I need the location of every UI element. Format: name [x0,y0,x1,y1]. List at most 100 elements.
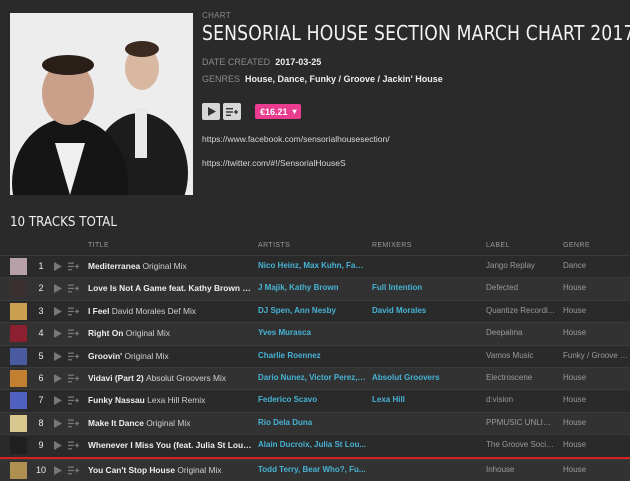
add-to-queue-icon[interactable] [68,329,79,338]
track-genre[interactable]: House [563,418,628,427]
track-row[interactable]: 3 I Feel David Morales Def Mix DJ Spen, … [0,299,630,322]
track-artwork[interactable] [10,280,27,298]
track-genre[interactable]: Funky / Groove /... [563,351,628,360]
track-artists[interactable]: Alain Ducroix, Julia St Lou... [258,440,366,449]
add-to-queue-icon[interactable] [68,374,79,383]
facebook-link[interactable]: https://www.facebook.com/sensorialhouses… [202,134,390,144]
track-label[interactable]: Electroscene [486,373,556,382]
track-artists[interactable]: Rio Dela Duna [258,418,366,427]
play-icon[interactable] [54,465,62,475]
play-icon[interactable] [54,306,62,316]
add-to-queue-icon[interactable] [68,419,79,428]
track-genre[interactable]: House [563,465,628,474]
track-number: 8 [38,417,44,428]
add-to-queue-icon[interactable] [68,352,79,361]
play-icon[interactable] [54,262,62,271]
track-artwork[interactable] [10,325,27,343]
track-genre[interactable]: House [563,283,628,292]
track-label[interactable]: d:vision [486,395,556,404]
track-genre[interactable]: House [563,328,628,337]
track-artists[interactable]: J Majik, Kathy Brown [258,283,366,292]
track-label[interactable]: The Groove Society [486,440,556,449]
track-title[interactable]: Make It Dance Original Mix [88,418,252,428]
track-title[interactable]: I Feel David Morales Def Mix [88,306,252,316]
track-artists[interactable]: DJ Spen, Ann Nesby [258,306,366,315]
play-icon[interactable] [54,396,62,406]
track-artists[interactable]: Dario Nunez, Victor Perez, ... [258,373,366,382]
track-genre[interactable]: House [563,440,628,449]
play-icon[interactable] [54,351,62,361]
track-row[interactable]: 5 Groovin' Original Mix Charlie Roennez … [0,344,630,367]
track-genre[interactable]: Dance [563,261,628,270]
date-created-label: DATE CREATED [202,57,271,67]
track-row[interactable]: 1 Mediterranea Original Mix Nico Heinz, … [0,255,630,277]
track-artwork[interactable] [10,302,27,320]
track-genre[interactable]: House [563,306,628,315]
add-to-queue-icon[interactable] [68,396,79,405]
play-icon[interactable] [54,329,62,339]
track-label[interactable]: Jango Replay [486,261,556,270]
add-to-queue-icon[interactable] [68,284,79,293]
track-label[interactable]: Deepalma [486,328,556,337]
track-artwork[interactable] [10,347,27,365]
track-row[interactable]: 10 You Can't Stop House Original Mix Tod… [0,458,630,481]
add-to-queue-icon[interactable] [68,262,79,271]
track-remixers[interactable]: Lexa Hill [372,395,480,404]
track-genre[interactable]: House [563,373,628,382]
col-label[interactable]: LABEL [486,242,510,249]
track-artists[interactable]: Charlie Roennez [258,351,366,360]
track-label[interactable]: Defected [486,283,556,292]
track-remixers[interactable]: Absolut Groovers [372,373,480,382]
genres-value: House, Dance, Funky / Groove / Jackin' H… [245,74,443,84]
track-title[interactable]: Right On Original Mix [88,328,252,338]
track-genre[interactable]: House [563,395,628,404]
track-artists[interactable]: Federico Scavo [258,395,366,404]
track-title[interactable]: Groovin' Original Mix [88,351,252,361]
add-to-queue-icon[interactable] [68,307,79,316]
play-icon[interactable] [54,373,62,383]
add-to-queue-icon[interactable] [68,441,79,450]
track-title[interactable]: Funky Nassau Lexa Hill Remix [88,395,252,405]
track-title[interactable]: Vidavi (Part 2) Absolut Groovers Mix [88,373,252,383]
col-title[interactable]: TITLE [88,242,109,249]
track-row[interactable]: 7 Funky Nassau Lexa Hill Remix Federico … [0,389,630,411]
play-all-button[interactable] [202,103,220,120]
track-title[interactable]: Whenever I Miss You (feat. Julia St Loui… [88,440,252,450]
track-row[interactable]: 6 Vidavi (Part 2) Absolut Groovers Mix D… [0,366,630,390]
track-label[interactable]: Quantize Recordi... [486,306,556,315]
track-label[interactable]: Vamos Music [486,351,556,360]
track-artwork[interactable] [10,461,27,479]
track-mix: David Morales Def Mix [111,305,196,316]
track-artists[interactable]: Nico Heinz, Max Kuhn, Fab... [258,261,366,270]
track-number: 6 [38,372,44,383]
col-remixers[interactable]: REMIXERS [372,242,412,249]
track-artwork[interactable] [10,258,27,275]
track-artwork[interactable] [10,392,27,410]
play-icon[interactable] [54,418,62,428]
track-row[interactable]: 8 Make It Dance Original Mix Rio Dela Du… [0,411,630,435]
track-row-now-playing[interactable]: 9 Whenever I Miss You (feat. Julia St Lo… [0,434,630,459]
track-row[interactable]: 4 Right On Original Mix Yves Murasca Dee… [0,322,630,345]
track-name: Make It Dance [88,417,144,428]
track-artwork[interactable] [10,369,27,387]
twitter-link[interactable]: https://twitter.com/#!/SensorialHouseS [202,158,346,168]
track-artwork[interactable] [10,414,27,432]
track-artists[interactable]: Todd Terry, Bear Who?, Fu... [258,465,366,474]
col-genre[interactable]: GENRE [563,242,590,249]
track-title[interactable]: Love Is Not A Game feat. Kathy Brown F..… [88,283,252,293]
track-title[interactable]: Mediterranea Original Mix [88,261,252,271]
track-artists[interactable]: Yves Murasca [258,328,366,337]
track-artwork[interactable] [10,437,27,455]
track-remixers[interactable]: Full Intention [372,283,480,292]
buy-price-button[interactable]: €16.21 ▾ [255,104,301,119]
track-label[interactable]: Inhouse [486,465,556,474]
add-to-queue-button[interactable] [223,103,241,120]
track-remixers[interactable]: David Morales [372,306,480,315]
play-icon[interactable] [54,284,62,294]
play-icon[interactable] [54,441,62,451]
col-artists[interactable]: ARTISTS [258,242,290,249]
track-label[interactable]: PPMUSIC UNLIMI... [486,418,556,427]
track-title[interactable]: You Can't Stop House Original Mix [88,465,252,475]
track-row[interactable]: 2 Love Is Not A Game feat. Kathy Brown F… [0,277,630,300]
add-to-queue-icon[interactable] [68,466,79,475]
